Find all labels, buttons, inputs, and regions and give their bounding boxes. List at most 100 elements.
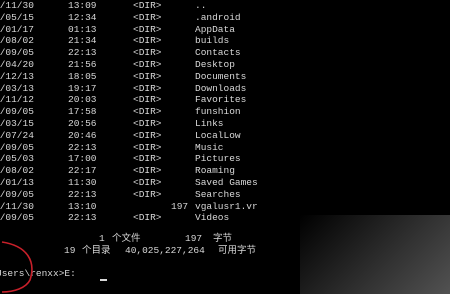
listing-row: 4/11/30 13:09 <DIR>.. [0, 0, 450, 12]
entry-type: <DIR> [133, 153, 162, 165]
entry-type: <DIR> [133, 165, 162, 177]
entry-time: 22:13 [68, 47, 97, 59]
listing-row: 3/01/13 11:30 <DIR> Saved Games [0, 177, 450, 189]
entry-name: Downloads [195, 82, 247, 94]
text-cursor [100, 279, 107, 281]
entry-time: 17:00 [68, 153, 97, 165]
entry-type: <DIR> [133, 141, 162, 153]
free-bytes: 40,025,227,264 [125, 245, 205, 256]
entry-name: AppData [195, 23, 235, 35]
entry-type: <DIR> [133, 212, 162, 224]
entry-name: funshion [195, 106, 241, 118]
listing-row: 2/09/05 22:13 <DIR> Searches [0, 189, 450, 201]
entry-type: <DIR> [133, 117, 162, 129]
entry-date: 2/09/05 [0, 106, 34, 118]
free-bytes-label: 可用字节 [218, 245, 257, 256]
entry-type: <DIR> [133, 47, 162, 59]
listing-row: 5/04/20 21:56 <DIR> Desktop [0, 59, 450, 71]
entry-time: 22:17 [68, 165, 97, 177]
entry-name: builds [195, 35, 230, 47]
dirs-label: 个目录 [82, 245, 111, 256]
entry-time: 21:34 [68, 35, 97, 47]
listing-row: 3/07/24 20:46 <DIR> LocalLow [0, 130, 450, 142]
files-bytes-label: 字节 [213, 233, 233, 244]
entry-name: Desktop [195, 58, 235, 70]
entry-type: <DIR> [133, 0, 162, 11]
listing-row: 5/03/13 19:17 <DIR> Downloads [0, 83, 450, 95]
entry-date: 3/01/13 [0, 176, 34, 188]
entry-date: 3/07/24 [0, 129, 34, 141]
entry-date: 3/05/03 [0, 153, 34, 165]
entry-name: LocalLow [195, 129, 241, 141]
listing-row: 4/05/15 12:34 <DIR> .android [0, 12, 450, 24]
directory-listing: 4/11/30 13:09 <DIR>.. 4/05/15 12:34 <DIR> .and… [0, 0, 450, 224]
entry-name: Searches [195, 188, 241, 200]
entry-name: .. [195, 0, 207, 11]
entry-type: <DIR> [133, 58, 162, 70]
entry-date: 2/09/05 [0, 188, 34, 200]
entry-date: 4/11/30 [0, 0, 34, 11]
listing-row: 4/11/30 13:10 197 vgalusr1.vr [0, 201, 450, 213]
entry-type: <DIR> [133, 82, 162, 94]
entry-time: 20:03 [68, 94, 97, 106]
entry-type: <DIR> [133, 176, 162, 188]
entry-date: 3/03/15 [0, 117, 34, 129]
entry-time: 20:56 [68, 117, 97, 129]
listing-row: 4/01/17 01:13 <DIR> AppData [0, 24, 450, 36]
entry-type: <DIR> [133, 94, 162, 106]
entry-date: 5/03/13 [0, 82, 34, 94]
entry-type: <DIR> [133, 129, 162, 141]
entry-type: <DIR> [133, 23, 162, 35]
entry-date: 4/05/15 [0, 11, 34, 23]
entry-time: 12:34 [68, 11, 97, 23]
entry-time: 21:56 [68, 58, 97, 70]
listing-row: 3/05/03 17:00 <DIR> Pictures [0, 153, 450, 165]
entry-name: Pictures [195, 153, 241, 165]
entry-time: 11:30 [68, 176, 97, 188]
entry-name: Documents [195, 70, 247, 82]
entry-type: <DIR> [133, 70, 162, 82]
entry-type: <DIR> [133, 35, 162, 47]
entry-name: Roaming [195, 165, 235, 177]
entry-time: 13:09 [68, 0, 97, 11]
entry-name: Music [195, 141, 224, 153]
dirs-count: 19 [64, 245, 76, 256]
entry-time: 01:13 [68, 23, 97, 35]
entry-type: <DIR> [133, 11, 162, 23]
entry-type: <DIR> [133, 188, 162, 200]
listing-row: 4/08/02 22:17 <DIR> Roaming [0, 165, 450, 177]
entry-date: 3/08/02 [0, 35, 34, 47]
listing-row: 3/08/02 21:34 <DIR> builds [0, 35, 450, 47]
entry-time: 18:05 [68, 70, 97, 82]
entry-time: 22:13 [68, 212, 97, 224]
files-bytes: 197 [185, 233, 203, 244]
entry-date: 4/11/30 [0, 200, 34, 212]
entry-time: 22:13 [68, 141, 97, 153]
listing-row: 4/12/13 18:05 <DIR> Documents [0, 71, 450, 83]
entry-name: Videos [195, 212, 230, 224]
entry-size: 197 [171, 200, 189, 212]
listing-row: 4/11/12 20:03 <DIR> Favorites [0, 94, 450, 106]
entry-date: 4/11/12 [0, 94, 34, 106]
files-label: 个文件 [112, 233, 141, 244]
entry-name: vgalusr1.vr [195, 200, 258, 212]
entry-time: 17:58 [68, 106, 97, 118]
entry-date: 2/09/05 [0, 141, 34, 153]
listing-row: 3/03/15 20:56 <DIR> Links [0, 118, 450, 130]
listing-row: 2/09/05 22:13 <DIR> Music [0, 142, 450, 154]
console-window[interactable]: 4/11/30 13:09 <DIR>.. 4/05/15 12:34 <DIR> .and… [0, 0, 450, 294]
entry-time: 19:17 [68, 82, 97, 94]
entry-name: Favorites [195, 94, 247, 106]
entry-time: 22:13 [68, 188, 97, 200]
entry-name: Saved Games [195, 176, 258, 188]
entry-date: 5/04/20 [0, 58, 34, 70]
entry-type: <DIR> [133, 106, 162, 118]
entry-date: 4/01/17 [0, 23, 34, 35]
files-count: 1 [99, 233, 105, 244]
entry-name: Contacts [195, 47, 241, 59]
entry-time: 13:10 [68, 200, 97, 212]
entry-date: 2/09/05 [0, 212, 34, 224]
listing-row: 2/09/05 17:58 <DIR> funshion [0, 106, 450, 118]
entry-date: 2/09/05 [0, 47, 34, 59]
entry-date: 4/08/02 [0, 165, 34, 177]
